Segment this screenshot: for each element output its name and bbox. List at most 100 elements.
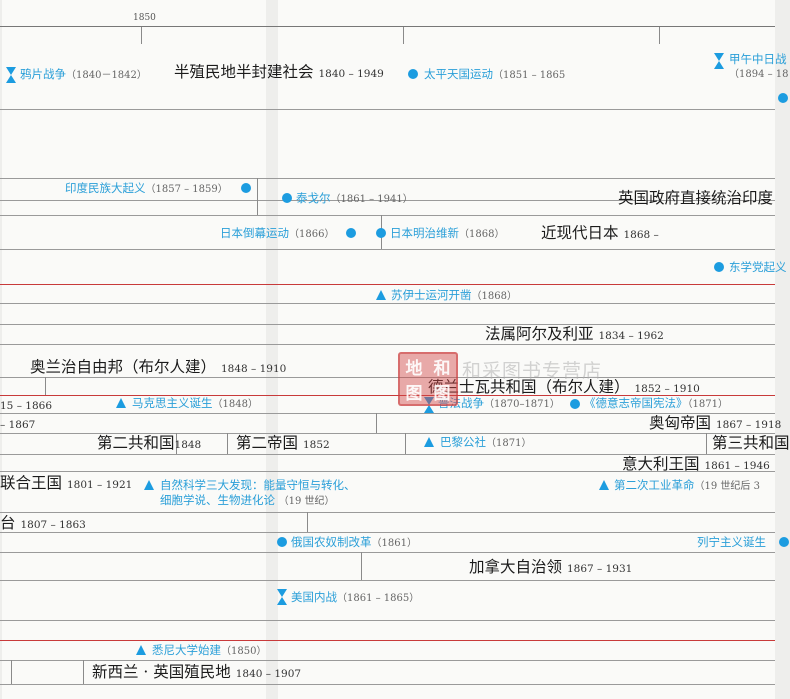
event-years: （1857 – 1859） [145, 184, 228, 195]
period-label: 第二共和国 [97, 434, 175, 452]
event-paris-commune: 巴黎公社（1871） [440, 436, 532, 449]
event-tokugawa-fall: 日本倒幕运动（1866） [220, 226, 335, 240]
event-label: 细胞学说、生物进化论 [160, 493, 275, 507]
event-label: 日本明治维新 [390, 226, 459, 240]
event-sydney-university: 悉尼大学始建（1850） [152, 643, 266, 657]
period-label: 新西兰 · 英国殖民地 [92, 663, 231, 681]
period-years: 1834 – 1962 [598, 330, 664, 342]
row-line [0, 215, 775, 216]
period-boundary [83, 660, 84, 684]
event-years: （1870–1871） [484, 399, 560, 410]
event-years: （1840－1842） [66, 70, 147, 81]
event-meiji: 日本明治维新（1868） [390, 226, 504, 240]
period-boundary [257, 178, 258, 215]
triangle-icon [376, 290, 386, 300]
event-years: （1871） [486, 438, 532, 449]
event-dot [408, 69, 418, 79]
period-label: 近现代日本 [541, 224, 619, 242]
event-dot [277, 537, 287, 547]
period-french-algeria: 法属阿尔及利亚 1834 – 1962 [485, 325, 664, 343]
period-modern-japan: 近现代日本 1868 – [541, 224, 659, 242]
period-years: – 1867 [0, 419, 36, 431]
row-line [0, 552, 775, 553]
row-line [0, 109, 775, 110]
event-label: 俄国农奴制改革 [291, 535, 372, 549]
event-years: （1866） [289, 229, 335, 240]
row-line [0, 178, 775, 179]
period-years: 1801 – 1921 [66, 479, 133, 491]
hourglass-icon [277, 589, 287, 605]
period-second-empire: 第二帝国 1852 [236, 434, 330, 452]
period-label: 台 [0, 514, 16, 532]
period-boundary [376, 413, 377, 433]
period-years: 1852 [302, 439, 330, 451]
stamp-char: 图 [433, 384, 451, 404]
period-years: 1868 – [623, 229, 659, 241]
row-line [0, 249, 775, 250]
triangle-icon [599, 480, 609, 490]
period-years: 1840 – 1949 [318, 68, 384, 80]
period-years: 1840 – 1907 [235, 668, 302, 680]
event-dot [779, 537, 789, 547]
triangle-icon [144, 480, 154, 490]
event-label: 日本倒幕运动 [220, 226, 289, 240]
event-donghak: 东学党起义 [729, 260, 787, 274]
axis-line [0, 26, 775, 27]
event-years: （1861） [371, 538, 417, 549]
event-years: （19 世纪后 3 [694, 481, 760, 492]
event-dot [241, 183, 251, 193]
period-years: 1848 – 1910 [220, 363, 287, 375]
event-label: 泰戈尔 [296, 191, 331, 205]
row-line [0, 344, 775, 345]
row-line [0, 512, 775, 513]
triangle-icon [136, 645, 146, 655]
event-science-discoveries: 自然科学三大发现：能量守恒与转化、 [160, 478, 356, 492]
period-years: 15 – 1866 [0, 400, 53, 412]
event-label: 《德意志帝国宪法》 [584, 396, 688, 410]
event-leninism: 列宁主义诞生 [697, 535, 766, 549]
period-boundary [706, 433, 707, 454]
period-boundary [361, 552, 362, 580]
watermark-text: 和采图书专营店 [462, 360, 603, 382]
axis-tick-mark [141, 26, 142, 44]
period-partial: 台 1807 – 1863 [0, 514, 86, 532]
row-line-red [0, 640, 775, 641]
period-years: 1848 [174, 439, 202, 451]
event-label: 悉尼大学始建 [152, 643, 221, 657]
event-label: 马克思主义诞生 [132, 396, 213, 410]
period-label: 半殖民地半封建社会 [174, 63, 314, 81]
event-dot [282, 193, 292, 203]
event-opium-war: 鸦片战争（1840－1842） [20, 68, 147, 81]
event-years: （1851 – 1865 [493, 70, 566, 81]
triangle-icon [424, 437, 434, 447]
period-label: 法属阿尔及利亚 [485, 325, 594, 343]
period-new-zealand: 新西兰 · 英国殖民地 1840 – 1907 [92, 663, 302, 681]
period-label: 意大利王国 [622, 455, 700, 473]
row-line-red [0, 284, 775, 285]
event-tagore: 泰戈尔（1861 – 1941） [296, 191, 413, 205]
page-fold-left [0, 0, 2, 699]
period-orange-free-state: 奥兰治自由邦（布尔人建） 1848 – 1910 [30, 359, 287, 376]
period-british-india: 英国政府直接统治印度 [618, 189, 774, 207]
event-dot [376, 228, 386, 238]
stamp-char: 地 [405, 359, 423, 379]
event-science-discoveries-line2: 细胞学说、生物进化论 （19 世纪） [160, 493, 335, 507]
row-line [0, 620, 775, 621]
axis-tick-mark [659, 26, 660, 44]
row-line [0, 684, 775, 685]
period-years: 1807 – 1863 [20, 519, 86, 531]
event-us-civil-war: 美国内战（1861 – 1865） [291, 591, 419, 604]
event-indian-uprising: 印度民族大起义（1857 – 1859） [65, 182, 228, 195]
period-label: 第二帝国 [236, 434, 299, 452]
event-years: （1894 – 18 [729, 69, 789, 80]
axis-tick-1850: 1850 [133, 13, 156, 23]
period-years: 1867 – 1918 [715, 419, 782, 431]
period-united-kingdom: 联合王国 1801 – 1921 [0, 475, 133, 492]
event-german-constitution: 《德意志帝国宪法》（1871） [584, 396, 728, 410]
hourglass-icon [714, 53, 724, 69]
row-line [0, 324, 775, 325]
page-fold-right [775, 0, 790, 699]
event-years: （19 世纪） [278, 496, 335, 507]
row-line [0, 377, 775, 378]
stamp-char: 图 [405, 384, 423, 404]
